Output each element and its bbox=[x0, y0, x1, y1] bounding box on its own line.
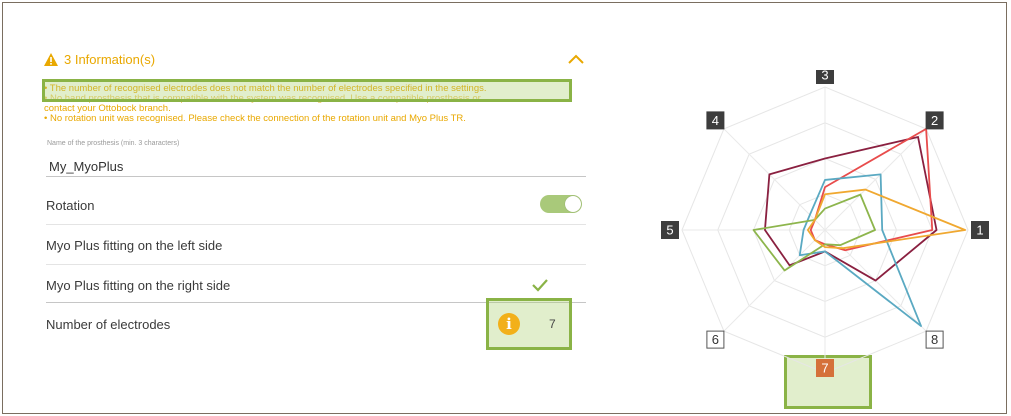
chevron-up-icon[interactable] bbox=[566, 52, 586, 66]
radar-axis-label: 7 bbox=[821, 361, 828, 376]
divider bbox=[46, 264, 586, 265]
radar-axis-label: 4 bbox=[712, 113, 719, 128]
radar-axis-label: 1 bbox=[976, 223, 983, 238]
warning-icon bbox=[44, 53, 58, 66]
prosthesis-name-field[interactable]: My_MyoPlus bbox=[49, 159, 123, 174]
electrodes-count[interactable]: 7 bbox=[549, 317, 556, 331]
radar-axis-label: 3 bbox=[821, 70, 828, 83]
right-side-option[interactable]: Myo Plus fitting on the right side bbox=[46, 278, 230, 293]
radar-series-line bbox=[798, 173, 922, 327]
info-header[interactable]: 3 Information(s) bbox=[44, 52, 155, 67]
info-header-label: 3 Information(s) bbox=[64, 52, 156, 67]
message-highlight bbox=[42, 79, 572, 102]
rotation-label: Rotation bbox=[46, 198, 95, 213]
checkmark-icon bbox=[532, 279, 548, 292]
info-icon[interactable]: i bbox=[498, 313, 520, 335]
prosthesis-name-label: Name of the prosthesis (min. 3 character… bbox=[47, 140, 180, 147]
radar-axis-label: 2 bbox=[931, 113, 938, 128]
radar-axis-label: 8 bbox=[931, 332, 938, 347]
rotation-toggle[interactable] bbox=[540, 195, 582, 213]
radar-axis-label: 6 bbox=[712, 332, 719, 347]
left-side-option[interactable]: Myo Plus fitting on the left side bbox=[46, 238, 222, 253]
electrodes-label: Number of electrodes bbox=[46, 317, 171, 332]
info-message: • No rotation unit was recognised. Pleas… bbox=[44, 113, 466, 124]
toggle-knob bbox=[565, 196, 581, 212]
field-underline bbox=[46, 176, 586, 177]
radar-axis-label: 5 bbox=[666, 223, 673, 238]
divider bbox=[46, 224, 586, 225]
radar-chart: 1 2 3 4 5 6 7 8 bbox=[661, 70, 989, 377]
